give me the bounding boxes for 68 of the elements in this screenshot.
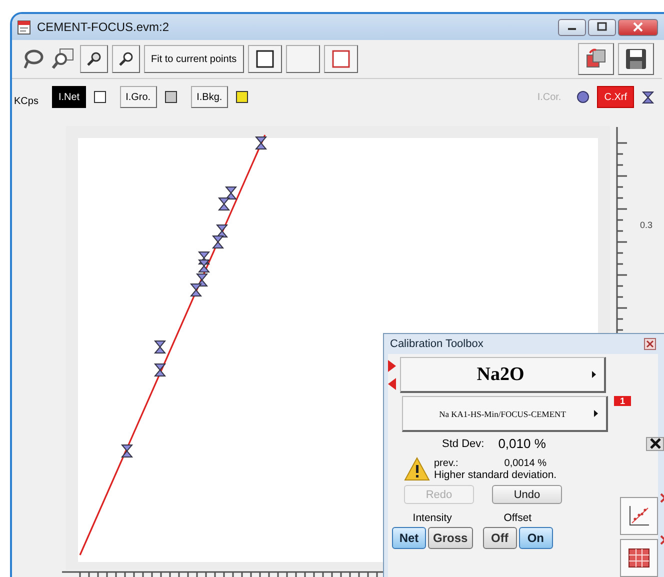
frame-button[interactable] <box>248 45 282 73</box>
intensity-label: Intensity <box>412 512 452 524</box>
previous-arrow-icon[interactable] <box>388 378 396 390</box>
document-icon <box>16 19 32 35</box>
unit-label: KCps <box>14 96 38 106</box>
data-point-marker <box>120 444 134 458</box>
series-toggle[interactable]: I.Gro. <box>120 86 157 108</box>
close-icon <box>632 22 644 32</box>
caret-icon <box>594 410 598 417</box>
minimize-button[interactable] <box>558 18 586 36</box>
zoom-out-button[interactable] <box>112 45 140 73</box>
toggle-button[interactable]: Gross <box>428 527 473 549</box>
save-button[interactable] <box>618 43 654 75</box>
data-point-marker <box>212 236 224 248</box>
line-selector[interactable]: Na KA1-HS-Min/FOCUS-CEMENT <box>402 396 608 432</box>
caret-icon <box>592 371 596 378</box>
data-point-marker <box>254 136 268 150</box>
toggle-button[interactable]: On <box>518 527 553 549</box>
data-point-marker <box>218 198 230 210</box>
data-point-marker <box>154 340 166 354</box>
warning-icon <box>404 457 430 481</box>
data-point-marker <box>198 252 210 264</box>
blank-button[interactable] <box>286 45 320 73</box>
hourglass-marker-icon <box>642 90 654 104</box>
std-dev-label: Std Dev: <box>442 438 484 450</box>
previous-value: 0,0014 % <box>504 458 547 468</box>
element-selector[interactable]: Na2O <box>400 357 606 393</box>
scatter-plot-button[interactable] <box>620 497 658 535</box>
refresh-chart-button[interactable] <box>578 43 614 75</box>
data-point-marker <box>216 224 228 238</box>
warning-message: Higher standard deviation. <box>434 468 557 480</box>
maximize-button[interactable] <box>588 18 616 36</box>
next-arrow-icon[interactable] <box>388 360 396 372</box>
std-dev-value: 0,010 % <box>498 436 546 451</box>
previous-label: prev.: <box>434 458 458 468</box>
remove-button[interactable] <box>646 436 664 450</box>
data-point-marker <box>196 274 208 286</box>
cross-icon <box>650 438 660 449</box>
close-button[interactable] <box>644 338 656 350</box>
data-point-marker <box>224 186 238 200</box>
magnifier-icon <box>118 51 134 67</box>
axis-tick-label: 0.3 <box>640 220 653 230</box>
offset-label: Offset <box>504 512 532 524</box>
maximize-icon <box>596 22 608 32</box>
zoom-in-button[interactable] <box>80 45 108 73</box>
toggle-button[interactable]: Net <box>392 527 426 549</box>
data-point-marker <box>198 260 210 272</box>
square-icon <box>332 50 350 68</box>
close-button[interactable] <box>618 18 658 36</box>
data-point-marker <box>154 364 166 376</box>
close-icon <box>646 340 654 348</box>
magnifier-icon <box>86 51 102 67</box>
correction-label: I.Cor. <box>537 92 562 102</box>
table-button[interactable] <box>620 539 658 577</box>
zoom-window-icon[interactable] <box>50 46 76 72</box>
count-badge: 1 <box>614 396 632 406</box>
table-icon <box>627 547 651 569</box>
square-icon <box>256 50 274 68</box>
undo-button[interactable]: Undo <box>492 485 562 504</box>
toggle-button[interactable]: Off <box>482 527 517 549</box>
scatter-plot-icon <box>627 504 651 528</box>
toolbox-title: Calibration Toolbox <box>390 338 484 350</box>
xrf-toggle[interactable]: C.Xrf <box>597 86 634 108</box>
window-title: CEMENT-FOCUS.evm:2 <box>37 20 170 34</box>
data-point-marker <box>190 284 202 296</box>
series-toggle[interactable]: I.Net <box>52 86 86 108</box>
fit-button[interactable]: Fit to current points <box>144 45 244 73</box>
series-toggle[interactable]: I.Bkg. <box>190 86 228 108</box>
